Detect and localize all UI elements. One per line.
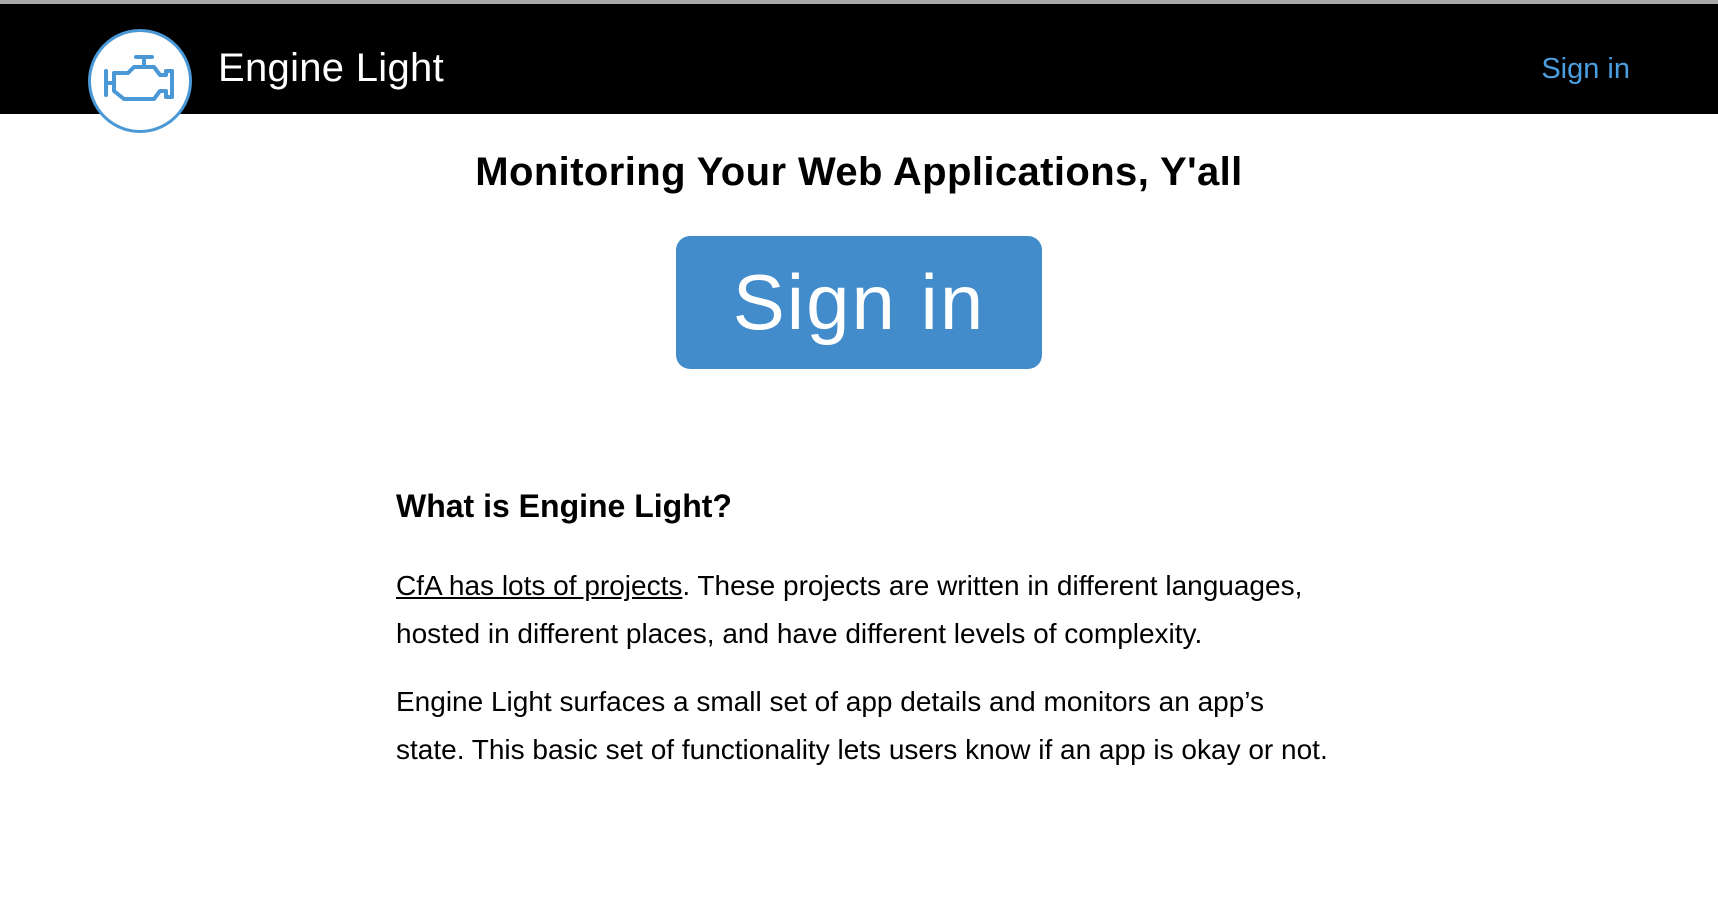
about-paragraph-1: CfA has lots of projects. These projects… [396,562,1336,658]
logo[interactable] [88,29,192,133]
hero-title: Monitoring Your Web Applications, Y'all [475,150,1243,194]
about-paragraph-2: Engine Light surfaces a small set of app… [396,686,1328,765]
projects-link[interactable]: CfA has lots of projects [396,570,682,601]
about-heading: What is Engine Light? [396,488,732,524]
brand-title[interactable]: Engine Light [218,40,444,96]
navbar: Engine Light Sign in [0,4,1718,133]
about-section: What is Engine Light? CfA has lots of pr… [396,478,1336,794]
signin-button[interactable]: Sign in [676,236,1042,369]
nav-signin-link[interactable]: Sign in [1541,49,1630,89]
engine-icon [100,51,180,111]
